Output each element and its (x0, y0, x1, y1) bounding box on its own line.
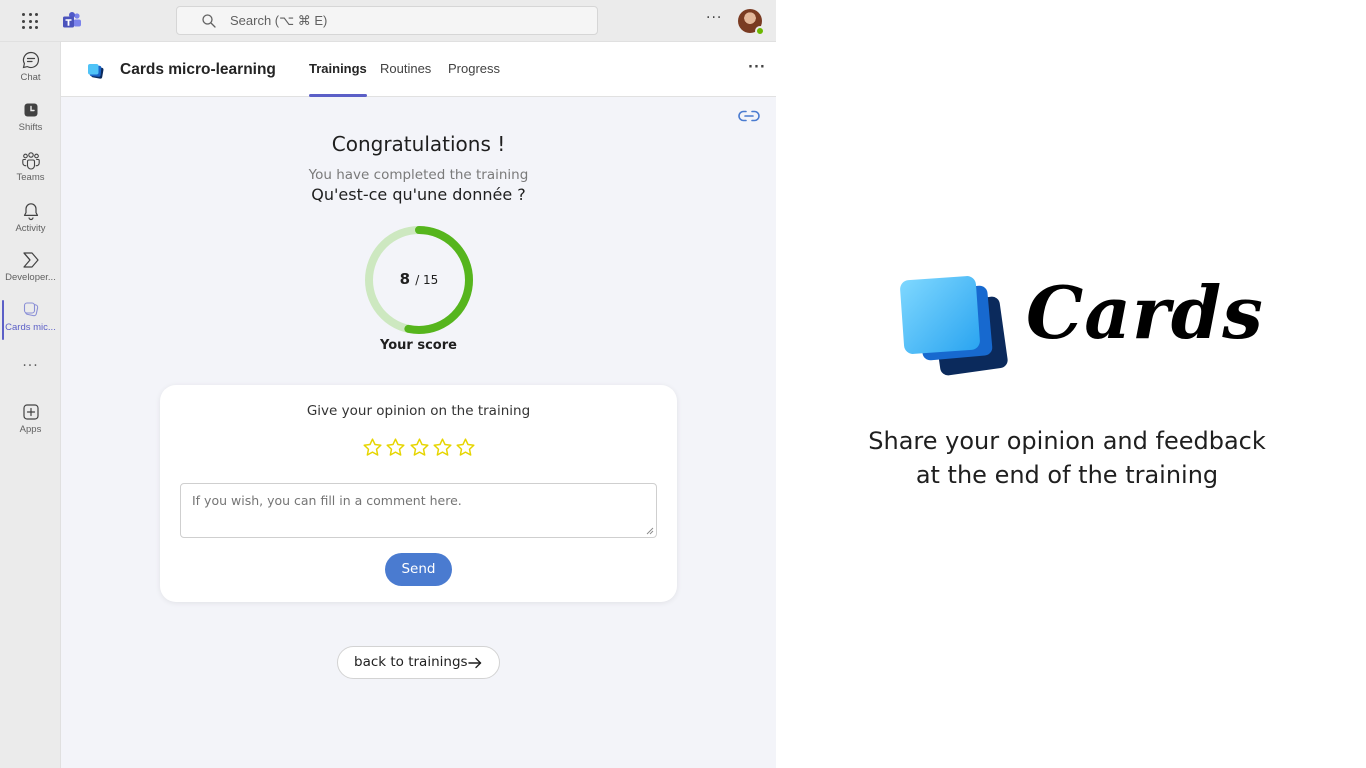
rail-item-activity[interactable]: Activity (0, 201, 61, 247)
rail-item-shifts[interactable]: Shifts (0, 100, 61, 146)
bell-icon (23, 203, 38, 221)
rail-item-apps[interactable]: Apps (0, 402, 61, 448)
star-rating[interactable] (362, 437, 476, 459)
feedback-card: Give your opinion on the training If you… (160, 385, 677, 602)
star-icon[interactable] (432, 437, 453, 458)
rail-item-developer[interactable]: Developer... (0, 250, 61, 296)
app-launcher-icon[interactable] (22, 13, 38, 29)
back-to-trainings-label: back to trainings (354, 654, 468, 670)
star-icon[interactable] (385, 437, 406, 458)
training-name: Qu'est-ce qu'une donnée ? (311, 185, 526, 204)
app-more-button[interactable]: ··· (748, 60, 766, 75)
score-total: / 15 (415, 273, 439, 287)
avatar[interactable] (738, 9, 765, 36)
comment-placeholder: If you wish, you can fill in a comment h… (192, 493, 462, 508)
tagline-line-1: Share your opinion and feedback (868, 427, 1266, 455)
teams-icon (21, 152, 40, 170)
link-icon[interactable] (738, 109, 760, 123)
score-label: Your score (380, 338, 457, 353)
rail-item-cards[interactable]: Cards mic... (0, 300, 61, 346)
app-title: Cards micro-learning (120, 61, 276, 78)
tab-routines[interactable]: Routines (380, 61, 431, 97)
score-value: 8 / 15 (363, 269, 475, 288)
settings-more-button[interactable]: ··· (706, 10, 722, 26)
shifts-icon (24, 103, 37, 117)
chat-icon (22, 51, 39, 69)
cards-app-icon (23, 302, 38, 317)
rail-item-label: Chat (20, 72, 41, 83)
teams-top-bar: Search (⌥ ⌘ E) ··· (0, 0, 776, 42)
app-header: Cards micro-learning Trainings Routines … (61, 42, 776, 97)
promo-tagline: Share your opinion and feedback at the e… (776, 424, 1358, 492)
completed-text: You have completed the training (308, 167, 529, 183)
star-icon[interactable] (409, 437, 430, 458)
back-to-trainings-button[interactable]: back to trainings (337, 646, 500, 679)
rail-item-label: Cards mic... (5, 322, 56, 333)
arrow-right-icon (468, 657, 482, 669)
feedback-title: Give your opinion on the training (306, 403, 531, 419)
rail-more-apps-button[interactable]: ··· (0, 358, 61, 374)
rail-item-label: Developer... (5, 272, 56, 283)
tab-trainings[interactable]: Trainings (309, 61, 367, 97)
app-rail: Chat Shifts Teams Activity Developer... … (0, 42, 61, 768)
rail-item-teams[interactable]: Teams (0, 150, 61, 196)
brand-wordmark: Cards (1026, 270, 1264, 355)
teams-logo-icon (63, 12, 81, 28)
comment-textarea[interactable]: If you wish, you can fill in a comment h… (180, 483, 657, 538)
star-icon[interactable] (455, 437, 476, 458)
training-result-page: Congratulations ! You have completed the… (61, 97, 776, 768)
rail-item-label: Apps (19, 424, 42, 435)
cards-logo-icon (88, 64, 104, 79)
score-number: 8 (399, 270, 411, 288)
rail-item-chat[interactable]: Chat (0, 50, 61, 96)
presence-available-icon (755, 26, 765, 36)
send-button[interactable]: Send (385, 553, 452, 586)
search-placeholder: Search (⌥ ⌘ E) (230, 13, 328, 28)
teams-window: Search (⌥ ⌘ E) ··· Chat Shifts Teams Act… (0, 0, 776, 768)
rail-item-label: Activity (15, 223, 46, 234)
rail-item-label: Shifts (18, 122, 43, 133)
developer-portal-icon (22, 252, 39, 268)
search-input[interactable]: Search (⌥ ⌘ E) (176, 6, 598, 35)
cards-brand-logo-icon (900, 276, 1008, 376)
search-icon (202, 14, 216, 28)
congratulations-heading: Congratulations ! (331, 132, 506, 156)
rail-item-label: Teams (16, 172, 45, 183)
tagline-line-2: at the end of the training (915, 461, 1219, 489)
apps-add-icon (22, 404, 39, 420)
star-icon[interactable] (362, 437, 383, 458)
tab-progress[interactable]: Progress (448, 61, 500, 97)
promo-panel: Cards Share your opinion and feedback at… (776, 0, 1366, 768)
resize-grip-icon[interactable] (646, 527, 654, 535)
